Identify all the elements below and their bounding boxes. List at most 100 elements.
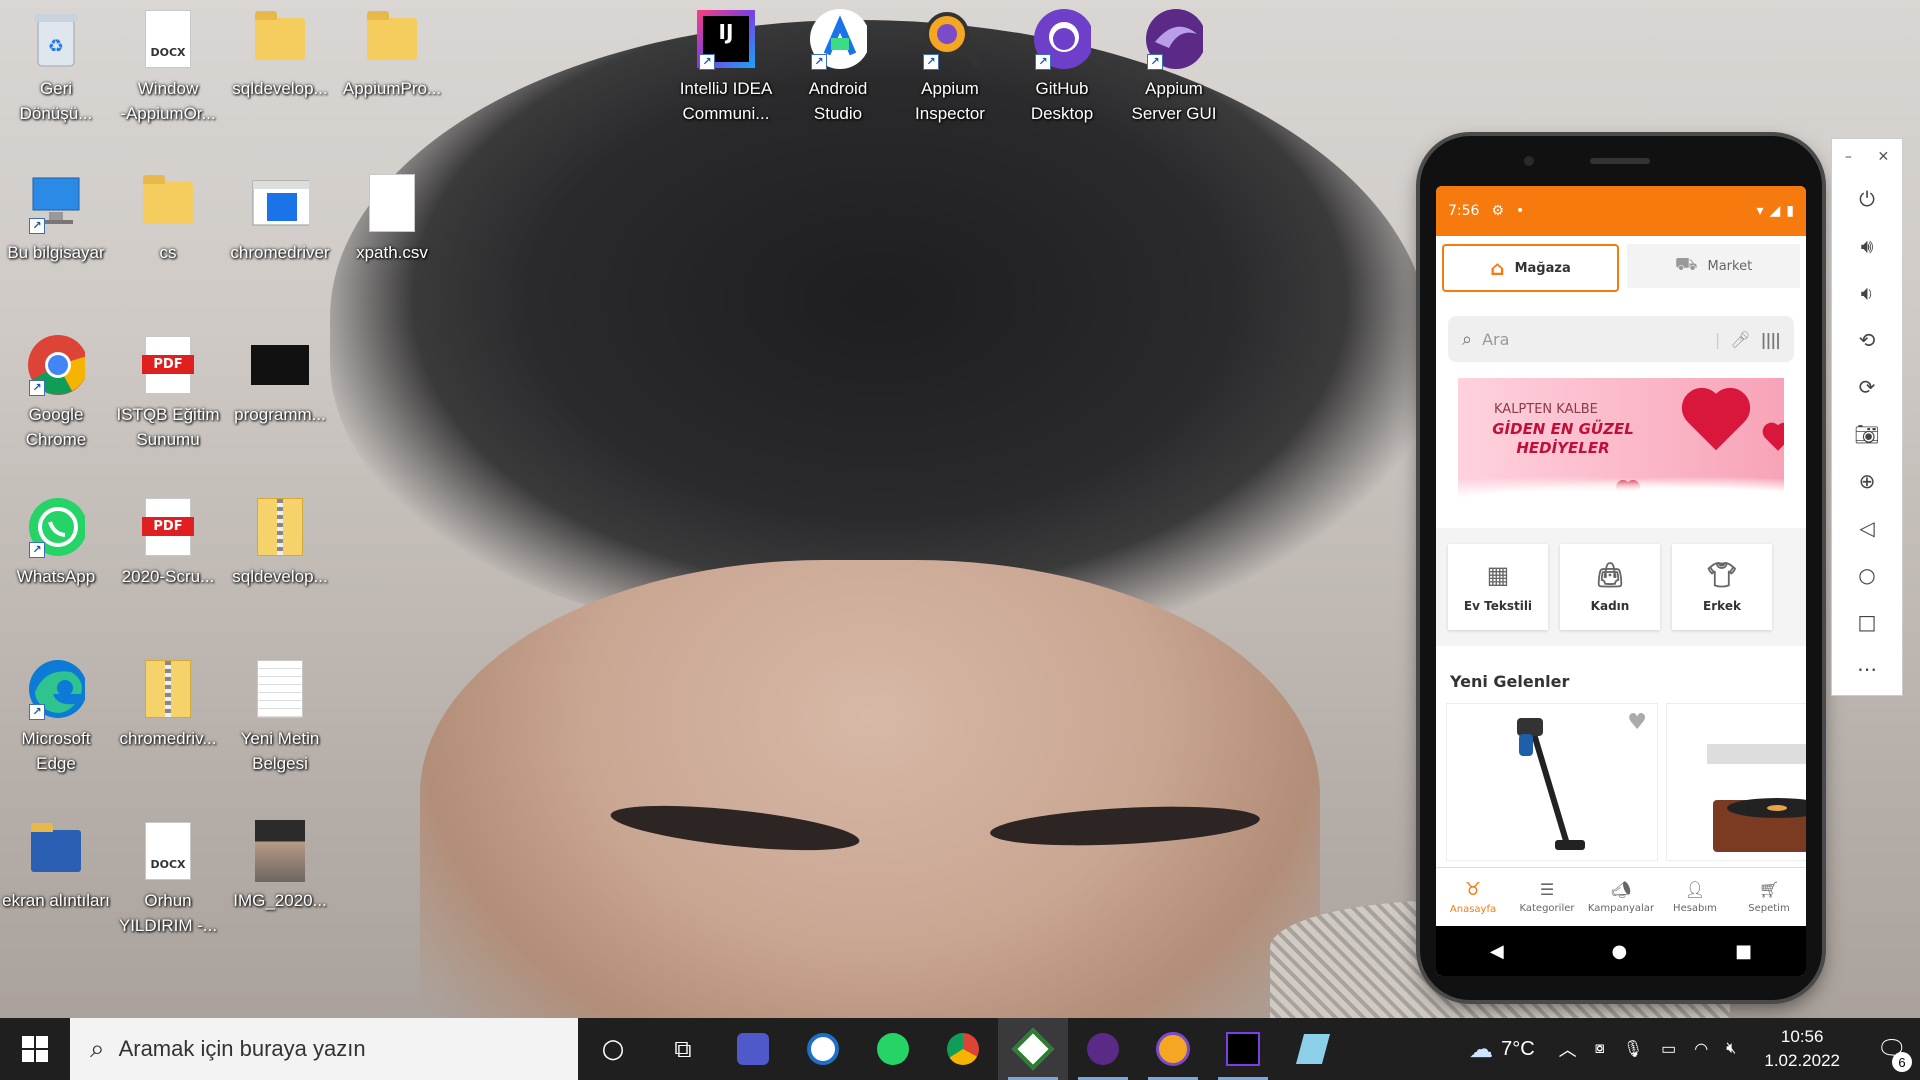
shortcut-arrow-icon: ↗ [923, 54, 939, 70]
word-taskbar-button[interactable] [788, 1018, 858, 1080]
desktop-icon-sqldeveloper-folder[interactable]: sqldevelop... [224, 8, 336, 101]
favorite-heart-icon[interactable]: ♥ [1627, 710, 1647, 735]
camera-device-icon[interactable]: ⧇ [1595, 1040, 1605, 1058]
notification-count-badge: 6 [1892, 1052, 1912, 1072]
overview-icon[interactable]: □ [1832, 598, 1902, 645]
nav-categories[interactable]: ☰ Kategoriler [1510, 868, 1584, 926]
product-card-turntable[interactable] [1666, 703, 1806, 861]
wifi-icon[interactable]: ◠ [1694, 1039, 1708, 1059]
desktop-icon-appiumpro-folder[interactable]: AppiumPro... [336, 8, 448, 101]
back-icon[interactable]: ◁ [1832, 504, 1902, 551]
tab-store[interactable]: ⌂ Mağaza [1442, 244, 1619, 292]
category-home-textile[interactable]: ▦ Ev Tekstili [1448, 544, 1548, 630]
teams-taskbar-button[interactable] [718, 1018, 788, 1080]
task-view-button[interactable]: ⧉ [648, 1018, 718, 1080]
whatsapp-taskbar-button[interactable] [858, 1018, 928, 1080]
nav-home[interactable]: ♉︎ Anasayfa [1436, 868, 1510, 926]
desktop-icon-google-chrome[interactable]: ↗ Google Chrome [0, 334, 112, 452]
desktop-icon-sqldeveloper-zip[interactable]: sqldevelop... [224, 496, 336, 589]
desktop-icon-orhun-docx[interactable]: DOCX Orhun YILDIRIM -... [112, 820, 224, 938]
github-icon: ↗ [1033, 8, 1091, 70]
appium-inspector-taskbar-button[interactable] [1138, 1018, 1208, 1080]
clock[interactable]: 10:56 1.02.2022 [1764, 1025, 1840, 1073]
microphone-icon[interactable]: 🎤︎ [1730, 330, 1750, 349]
desktop-icon-istqb-pdf[interactable]: PDF ISTQB Eğitim Sunumu [112, 334, 224, 452]
volume-muted-icon[interactable]: 🔇︎ [1726, 1040, 1736, 1058]
snipping-taskbar-button[interactable] [1278, 1018, 1348, 1080]
product-card-vacuum[interactable]: ♥ [1446, 703, 1658, 861]
desktop-icon-programm-image[interactable]: programm... [224, 334, 336, 427]
search-bar[interactable]: ⌕ Ara | 🎤︎ |||| [1448, 316, 1794, 362]
image-thumbnail-icon [251, 334, 309, 396]
back-icon[interactable]: ◀ [1490, 941, 1504, 962]
intellij-icon [1226, 1032, 1260, 1066]
desktop-icon-cs-folder[interactable]: cs [112, 172, 224, 265]
shirt-icon: 👕︎ [1706, 561, 1738, 589]
weather-temperature[interactable]: 7°C [1501, 1038, 1535, 1061]
power-icon[interactable]: ⏻ [1832, 175, 1902, 222]
rotate-left-icon[interactable]: ⟲ [1832, 316, 1902, 363]
android-studio-taskbar-button[interactable] [998, 1018, 1068, 1080]
notification-dot-icon: • [1516, 203, 1525, 219]
chrome-taskbar-button[interactable] [928, 1018, 998, 1080]
text-file-icon [251, 658, 309, 720]
bottom-navigation: ♉︎ Anasayfa ☰ Kategoriler 📣︎ Kampanyalar… [1436, 867, 1806, 926]
desktop-icon-xpath-csv[interactable]: xpath.csv [336, 172, 448, 265]
search-icon: ⌕ [1462, 328, 1473, 350]
category-women[interactable]: 👜︎ Kadın [1560, 544, 1660, 630]
volume-up-icon[interactable]: 🔊︎ [1832, 222, 1902, 269]
weather-cloud-icon[interactable]: ☁ [1469, 1035, 1493, 1064]
volume-down-icon[interactable]: 🔉︎ [1832, 269, 1902, 316]
zoom-icon[interactable]: ⊕ [1832, 457, 1902, 504]
desktop-icon-new-text-document[interactable]: Yeni Metin Belgesi [224, 658, 336, 776]
desktop-icon-docx-appium[interactable]: DOCX Window -AppiumOr... [112, 8, 224, 126]
desktop-icon-screenshots-folder[interactable]: ekran alıntıları [0, 820, 112, 913]
home-circle-icon[interactable]: ● [1612, 941, 1628, 962]
desktop-icon-appium-inspector[interactable]: ↗ Appium Inspector [894, 8, 1006, 126]
taskbar-search-box[interactable]: ⌕ Aramak için buraya yazın [70, 1018, 578, 1080]
chevron-up-icon[interactable]: ︿ [1559, 1036, 1577, 1062]
cortana-button[interactable]: ○ [578, 1018, 648, 1080]
category-men[interactable]: 👕︎ Erkek [1672, 544, 1772, 630]
screenshot-camera-icon[interactable]: 📷︎ [1832, 410, 1902, 457]
nav-campaigns[interactable]: 📣︎ Kampanyalar [1584, 868, 1658, 926]
phone-screen: 7:56 ⚙ • ▾ ◢ ▮ ⌂ Mağaza ⛟ Market ⌕ Ara |… [1436, 186, 1806, 976]
desktop-icon-appium-server[interactable]: ↗ Appium Server GUI [1118, 8, 1230, 126]
android-studio-icon [1011, 1027, 1055, 1071]
desktop-icon-chromedriver[interactable]: chromedriver [224, 172, 336, 265]
search-input[interactable]: Ara [1482, 330, 1705, 349]
battery-icon[interactable]: ▭ [1661, 1039, 1676, 1059]
start-button[interactable] [0, 1018, 70, 1080]
minimize-icon[interactable]: – [1845, 149, 1852, 165]
nav-account[interactable]: 👤︎ Hesabım [1658, 868, 1732, 926]
system-tray: ☁ 7°C ︿ ⧇ 🎙︎ ▭ ◠ 🔇︎ 10:56 1.02.2022 🗨︎ 6 [1469, 1018, 1920, 1080]
desktop-icon-recycle-bin[interactable]: ♻ Geri Dönüşü... [0, 8, 112, 126]
nav-cart[interactable]: 🛒︎ Sepetim [1732, 868, 1806, 926]
desktop-icon-whatsapp[interactable]: ↗ WhatsApp [0, 496, 112, 589]
zip-file-icon [251, 496, 309, 558]
appium-server-taskbar-button[interactable] [1068, 1018, 1138, 1080]
desktop-icon-intellij[interactable]: IJ ↗ IntelliJ IDEA Communi... [670, 8, 782, 126]
desktop-icon-scrum-pdf[interactable]: PDF 2020-Scru... [112, 496, 224, 589]
shortcut-arrow-icon: ↗ [29, 380, 45, 396]
desktop-icon-android-studio[interactable]: ↗ Android Studio [782, 8, 894, 126]
wifi-icon: ▾ [1756, 203, 1764, 219]
desktop-icon-chromedriver-zip[interactable]: chromedriv... [112, 658, 224, 751]
intellij-taskbar-button[interactable] [1208, 1018, 1278, 1080]
desktop-icon-img-photo[interactable]: IMG_2020... [224, 820, 336, 913]
shortcut-arrow-icon: ↗ [1035, 54, 1051, 70]
desktop-icon-microsoft-edge[interactable]: ↗ Microsoft Edge [0, 658, 112, 776]
recents-icon[interactable]: ■ [1735, 941, 1752, 962]
desktop-icon-this-pc[interactable]: ↗ Bu bilgisayar [0, 172, 112, 265]
home-icon[interactable]: ○ [1832, 551, 1902, 598]
notification-center-button[interactable]: 🗨︎ 6 [1870, 1018, 1914, 1080]
close-icon[interactable]: ✕ [1877, 149, 1889, 165]
microphone-icon[interactable]: 🎙︎ [1623, 1039, 1643, 1059]
rotate-right-icon[interactable]: ⟳ [1832, 363, 1902, 410]
pdf-file-icon: PDF [139, 496, 197, 558]
tab-market[interactable]: ⛟ Market [1627, 244, 1800, 288]
promo-banner[interactable]: KALPTEN KALBE GİDEN EN GÜZEL HEDİYELER [1458, 378, 1784, 512]
more-options-icon[interactable]: ⋯ [1832, 645, 1902, 692]
barcode-icon[interactable]: |||| [1761, 330, 1781, 349]
desktop-icon-github-desktop[interactable]: ↗ GitHub Desktop [1006, 8, 1118, 126]
